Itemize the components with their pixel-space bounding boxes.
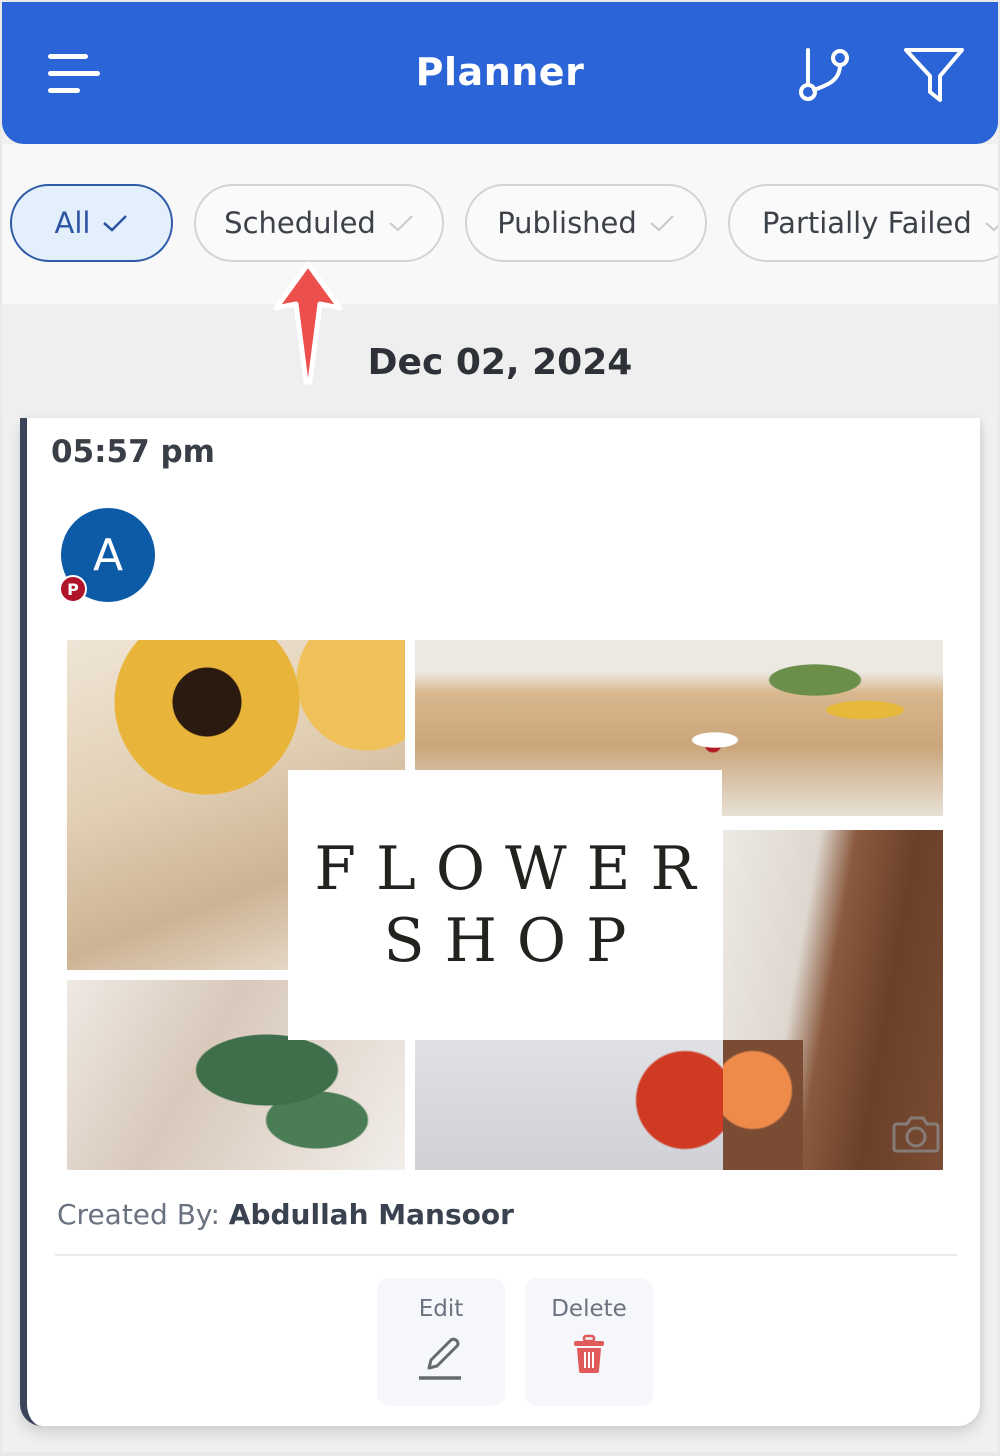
- status-filter-bar: All Scheduled Published Partially Failed: [2, 144, 998, 304]
- post-time: 05:57 pm: [51, 434, 215, 470]
- post-media-image[interactable]: FLOWER SHOP: [53, 640, 959, 1170]
- chip-label: Published: [497, 206, 637, 240]
- avatar-initial: A: [92, 529, 124, 581]
- filter-chip-all[interactable]: All: [10, 184, 173, 262]
- git-branch-icon[interactable]: [794, 46, 854, 104]
- filter-chip-published[interactable]: Published: [465, 184, 707, 262]
- check-icon: [103, 215, 128, 232]
- filter-chip-scheduled[interactable]: Scheduled: [194, 184, 444, 262]
- media-title-line1: FLOWER: [314, 834, 716, 904]
- chip-label: Scheduled: [224, 206, 376, 240]
- check-icon: [389, 215, 413, 232]
- check-icon: [985, 222, 998, 232]
- created-by-name: Abdullah Mansoor: [228, 1198, 514, 1231]
- date-group-header: Dec 02, 2024: [2, 304, 998, 418]
- roses-photo: [415, 1040, 723, 1170]
- app-header: Planner: [2, 2, 998, 144]
- camera-icon: [892, 1116, 940, 1153]
- media-title-line2: SHOP: [383, 906, 647, 976]
- red-up-arrow-icon: [273, 261, 343, 385]
- delete-label: Delete: [551, 1296, 627, 1322]
- orange-rose-photo: [723, 1040, 803, 1170]
- created-by: Created By: Abdullah Mansoor: [57, 1198, 514, 1231]
- trash-icon: [574, 1334, 604, 1373]
- filter-chip-partially-failed[interactable]: Partially Failed: [728, 184, 998, 262]
- created-by-label: Created By:: [57, 1198, 220, 1231]
- check-icon: [650, 215, 674, 232]
- edit-label: Edit: [418, 1296, 464, 1322]
- media-title-panel: FLOWER SHOP: [288, 770, 722, 1040]
- pencil-icon: [419, 1337, 461, 1380]
- date-label: Dec 02, 2024: [367, 342, 633, 383]
- pinterest-icon: P: [59, 575, 87, 603]
- chip-label: Partially Failed: [762, 206, 972, 240]
- edit-button[interactable]: Edit: [377, 1278, 505, 1406]
- divider: [55, 1254, 957, 1256]
- filter-icon[interactable]: [902, 46, 966, 104]
- delete-button[interactable]: Delete: [525, 1278, 653, 1406]
- chip-label: All: [54, 206, 91, 240]
- planner-screen: Planner All Scheduled Published Partiall…: [2, 2, 998, 1452]
- post-card[interactable]: 05:57 pm A P FLOWER SHOP Created By: Abd…: [20, 418, 980, 1426]
